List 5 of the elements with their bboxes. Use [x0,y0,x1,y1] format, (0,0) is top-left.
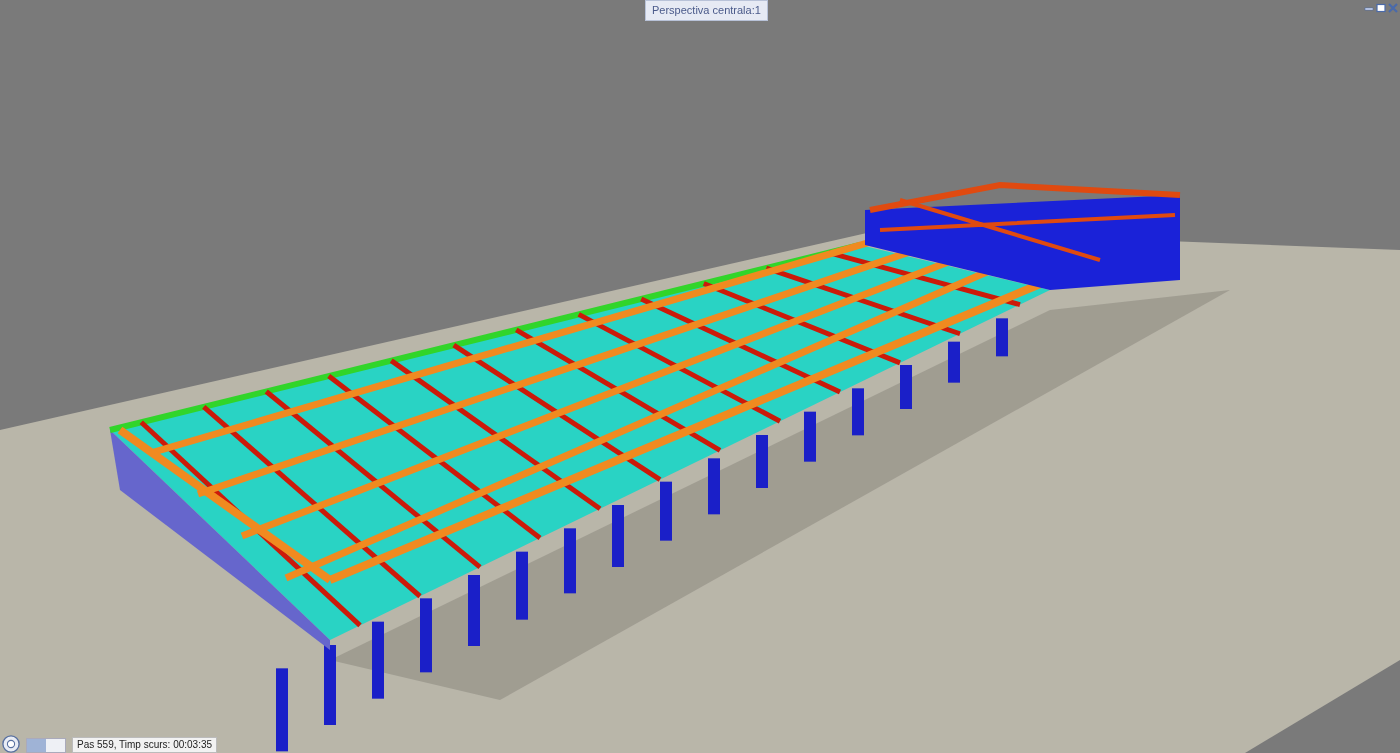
maximize-icon[interactable] [1376,3,1386,13]
3d-viewport[interactable]: Perspectiva centrala:1 Pas 559, Timp scurs: 00:03:35 [0,0,1400,753]
navigation-wheel-icon[interactable] [2,735,20,753]
viewport-title: Perspectiva centrala:1 [645,0,768,21]
status-text: Pas 559, Timp scurs: 00:03:35 [72,737,218,753]
